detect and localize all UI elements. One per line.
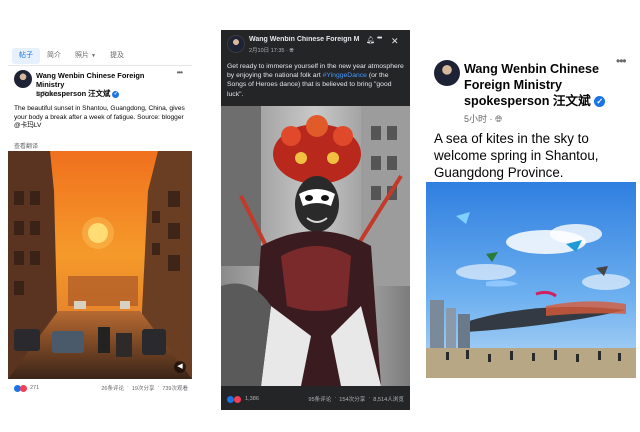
more-options-icon[interactable]: •••	[177, 68, 183, 77]
reactions-summary[interactable]: 1,386	[227, 395, 259, 403]
profile-tab-bar: 帖子 简介 照片 ▼ 提及	[8, 46, 192, 66]
post-card-kites: Wang Wenbin Chinese Foreign Ministry spo…	[426, 50, 636, 380]
post-card-sunset: 帖子 简介 照片 ▼ 提及 Wang Wenbin Chinese Foreign…	[8, 40, 192, 398]
verified-badge-icon: ✓	[594, 96, 606, 108]
tab-mentions-label: 提及	[109, 51, 124, 59]
see-translation-link[interactable]: 查看翻译	[14, 141, 38, 150]
yingge-dancer-image	[221, 106, 410, 386]
author-name-line1: Wang Wenbin Chinese	[464, 62, 600, 76]
kites-photo[interactable]	[426, 182, 636, 378]
more-options-icon[interactable]: •••	[377, 35, 382, 42]
volume-icon[interactable]: ◀	[174, 361, 186, 373]
post-meta: 2月10日 17:35 · 🌐︎	[249, 46, 294, 55]
post-footer: 271 26条评论 · 19次分享 · 739次观看	[8, 381, 192, 395]
sunset-photo[interactable]: ◀	[8, 151, 192, 379]
author-name-line3: spokesperson 汪文斌	[464, 94, 591, 108]
love-reaction-icon	[20, 384, 27, 392]
shares-count[interactable]: 19次分享	[132, 384, 155, 392]
tab-posts-label: 帖子	[19, 51, 33, 59]
close-icon[interactable]: ✕	[391, 36, 399, 47]
comments-count[interactable]: 26条评论	[101, 384, 124, 392]
bell-icon[interactable]: 🔔︎	[366, 36, 375, 44]
post-timestamp[interactable]: 2月10日 17:35 ·	[249, 48, 289, 54]
post-timestamp[interactable]: 昨天10:57 ·	[36, 92, 66, 98]
globe-icon: 🌐︎	[289, 48, 294, 54]
author-name[interactable]: Wang Wenbin Chinese Foreign Ministry spo…	[464, 61, 634, 109]
reactions-count: 1,386	[245, 396, 259, 402]
reactions-count: 271	[30, 385, 40, 391]
tab-posts[interactable]: 帖子	[12, 47, 40, 64]
hashtag-link[interactable]: #YinggeDance	[323, 72, 367, 79]
author-avatar[interactable]	[227, 35, 245, 53]
views-count: 739次观看	[162, 386, 188, 392]
post-meta: 昨天10:57 · 🌐︎	[36, 90, 70, 99]
yingge-dance-photo[interactable]	[221, 106, 410, 386]
globe-icon: 🌐︎	[65, 92, 71, 98]
tab-about-label: 简介	[47, 51, 61, 59]
author-avatar[interactable]	[14, 70, 32, 88]
tab-about[interactable]: 简介	[40, 48, 68, 64]
author-name[interactable]: Wang Wenbin Chinese Foreign Minis...	[249, 36, 359, 43]
kites-sky-image	[426, 182, 636, 378]
like-reaction-icon	[227, 395, 234, 403]
views-count: 8,514人浏览	[373, 397, 404, 403]
chevron-down-icon: ▼	[91, 52, 96, 59]
tab-photos-label: 照片	[75, 51, 89, 59]
author-avatar[interactable]	[434, 60, 460, 86]
tab-mentions[interactable]: 提及	[103, 48, 131, 64]
author-name-line1: Wang Wenbin Chinese Foreign Ministry	[36, 71, 145, 89]
post-text: The beautiful sunset in Shantou, Guangdo…	[14, 105, 185, 130]
reactions-summary[interactable]: 271	[14, 384, 40, 392]
love-reaction-icon	[234, 395, 241, 403]
globe-icon: 🌐︎	[495, 114, 503, 124]
author-name-line2: Foreign Ministry	[464, 78, 562, 92]
post-text: A sea of kites in the sky to welcome spr…	[434, 131, 599, 180]
tab-photos[interactable]: 照片 ▼	[68, 48, 103, 64]
more-options-icon[interactable]: •••	[616, 54, 627, 68]
shares-count[interactable]: 154次分享	[339, 395, 365, 403]
post-text: Get ready to immerse yourself in the new…	[227, 62, 405, 99]
post-footer: 1,386 95条评论 · 154次分享 · 8,514人浏览	[221, 392, 410, 406]
post-card-yingge-dance: Wang Wenbin Chinese Foreign Minis... 2月1…	[221, 30, 410, 410]
comments-count[interactable]: 95条评论	[308, 395, 331, 403]
sunset-street-image	[8, 151, 192, 379]
post-meta: 5小时 · 🌐︎	[464, 112, 502, 125]
post-timestamp[interactable]: 5小时 ·	[464, 114, 495, 124]
verified-badge-icon: ✓	[112, 90, 120, 98]
